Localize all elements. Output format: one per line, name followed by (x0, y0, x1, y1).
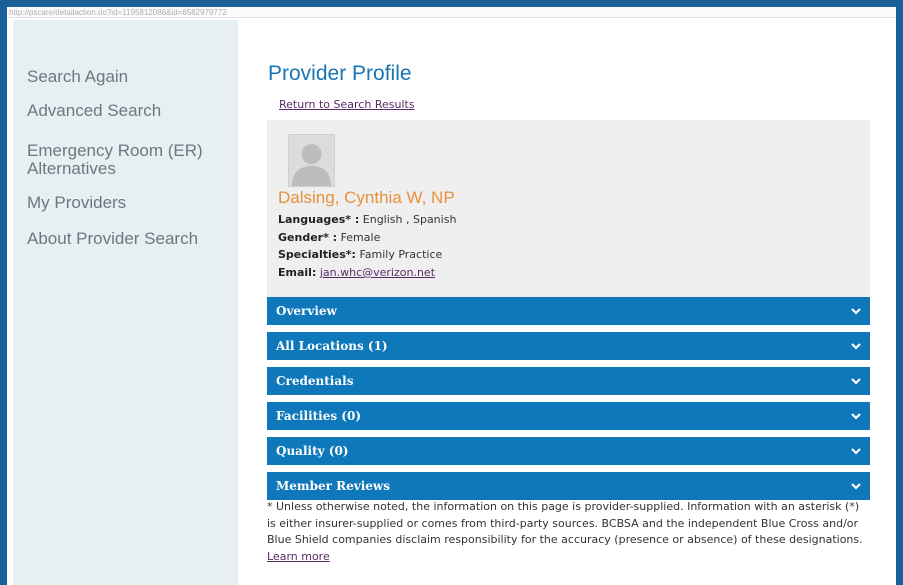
avatar-placeholder-icon (288, 134, 335, 187)
specialties-row: Specialties*: Family Practice (278, 248, 442, 261)
section-quality[interactable]: Quality (0) (267, 437, 870, 465)
email-label: Email: (278, 266, 317, 279)
section-overview[interactable]: Overview (267, 297, 870, 325)
sidebar-item-er-alternatives[interactable]: Emergency Room (ER) Alternatives (27, 142, 227, 178)
disclaimer-text: * Unless otherwise noted, the informatio… (267, 500, 863, 546)
languages-row: Languages* : English , Spanish (278, 213, 456, 226)
section-facilities[interactable]: Facilities (0) (267, 402, 870, 430)
gender-label: Gender* : (278, 231, 338, 244)
specialties-value: Family Practice (359, 248, 443, 261)
section-facilities-label: Facilities (0) (276, 409, 361, 423)
section-all-locations[interactable]: All Locations (1) (267, 332, 870, 360)
section-credentials-label: Credentials (276, 374, 354, 388)
page-title: Provider Profile (268, 62, 412, 85)
email-row: Email: jan.whc@verizon.net (278, 266, 435, 279)
learn-more-link[interactable]: Learn more (267, 550, 330, 563)
specialties-label: Specialties*: (278, 248, 356, 261)
section-overview-label: Overview (276, 304, 337, 318)
section-all-locations-label: All Locations (1) (276, 339, 388, 353)
sidebar-item-search-again[interactable]: Search Again (27, 68, 227, 86)
languages-label: Languages* : (278, 213, 360, 226)
sidebar-item-advanced-search[interactable]: Advanced Search (27, 102, 227, 120)
sidebar-item-about-provider-search[interactable]: About Provider Search (27, 230, 227, 248)
main-content: Provider Profile Return to Search Result… (238, 20, 896, 585)
section-member-reviews-label: Member Reviews (276, 479, 390, 493)
url-bar[interactable]: http://pscare/detailaction.do?id=1195812… (7, 7, 896, 18)
browser-window: http://pscare/detailaction.do?id=1195812… (7, 7, 896, 585)
email-link[interactable]: jan.whc@verizon.net (320, 266, 435, 279)
chevron-down-icon (851, 308, 861, 315)
return-to-results-link[interactable]: Return to Search Results (279, 98, 415, 111)
chevron-down-icon (851, 343, 861, 350)
sidebar: Search Again Advanced Search Emergency R… (13, 20, 238, 585)
gender-value: Female (340, 231, 381, 244)
provider-card: Dalsing, Cynthia W, NP Languages* : Engl… (267, 120, 870, 297)
provider-name: Dalsing, Cynthia W, NP (278, 188, 455, 207)
languages-value: English , Spanish (362, 213, 457, 226)
section-member-reviews[interactable]: Member Reviews (267, 472, 870, 500)
disclaimer: * Unless otherwise noted, the informatio… (267, 499, 870, 565)
chevron-down-icon (851, 413, 861, 420)
chevron-down-icon (851, 448, 861, 455)
chevron-down-icon (851, 483, 861, 490)
gender-row: Gender* : Female (278, 231, 380, 244)
chevron-down-icon (851, 378, 861, 385)
section-quality-label: Quality (0) (276, 444, 349, 458)
section-credentials[interactable]: Credentials (267, 367, 870, 395)
sidebar-item-my-providers[interactable]: My Providers (27, 194, 227, 212)
